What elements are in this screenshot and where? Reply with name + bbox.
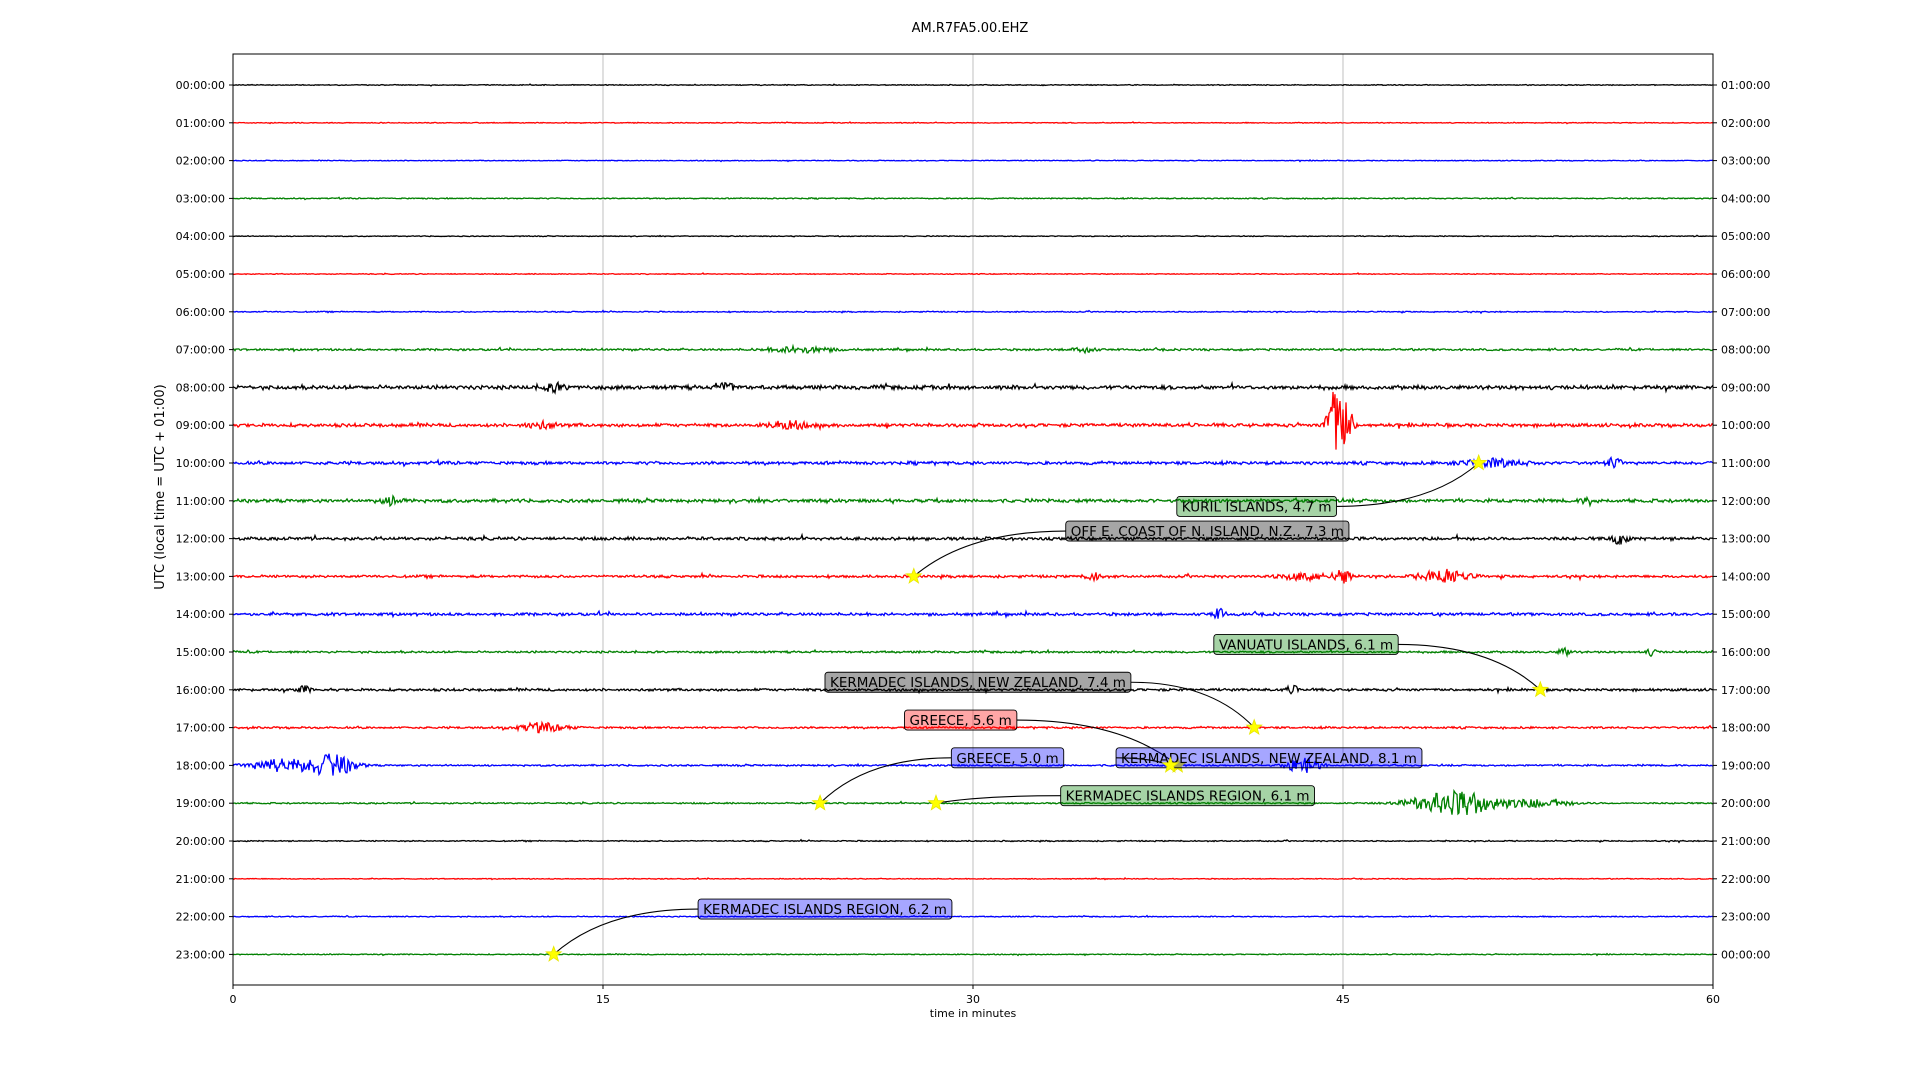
events-layer: KURIL ISLANDS, 4.7 m OFF E. COAST OF N. I… — [545, 453, 1549, 962]
event-annotation[interactable]: KERMADEC ISLANDS, NEW ZEALAND, 7.4 m — [824, 671, 1263, 736]
y-tick-label-left: 19:00:00 — [176, 797, 225, 810]
trace-21 — [232, 877, 1714, 881]
y-tick-label-left: 12:00:00 — [176, 533, 225, 546]
event-label: GREECE, 5.0 m — [956, 751, 1058, 767]
y-tick-label-right: 22:00:00 — [1721, 873, 1770, 886]
y-tick-label-left: 13:00:00 — [176, 570, 225, 583]
y-tick-label-left: 05:00:00 — [176, 268, 225, 281]
event-annotation[interactable]: KERMADEC ISLANDS REGION, 6.1 m — [927, 785, 1315, 811]
x-tick-label: 30 — [966, 993, 980, 1006]
x-tick-label: 45 — [1336, 993, 1350, 1006]
y-tick-label-left: 14:00:00 — [176, 608, 225, 621]
y-tick-label-left: 10:00:00 — [176, 457, 225, 470]
y-tick-label-left: 11:00:00 — [176, 495, 225, 508]
event-annotation[interactable]: KERMADEC ISLANDS, NEW ZEALAND, 8.1 m — [1115, 747, 1423, 773]
trace-23 — [232, 952, 1714, 957]
y-tick-label-right: 11:00:00 — [1721, 457, 1770, 470]
event-label: KERMADEC ISLANDS REGION, 6.1 m — [1066, 789, 1310, 805]
y-tick-label-right: 19:00:00 — [1721, 759, 1770, 772]
y-tick-label-left: 21:00:00 — [176, 873, 225, 886]
y-tick-label-left: 22:00:00 — [176, 911, 225, 924]
event-star-marker — [927, 794, 945, 811]
grid-layer — [602, 54, 1344, 985]
y-tick-label-right: 16:00:00 — [1721, 646, 1770, 659]
y-tick-label-right: 21:00:00 — [1721, 835, 1770, 848]
event-label: KURIL ISLANDS, 4.7 m — [1182, 499, 1332, 515]
event-label: KERMADEC ISLANDS, NEW ZEALAND, 7.4 m — [830, 675, 1126, 691]
y-tick-label-right: 15:00:00 — [1721, 608, 1770, 621]
y-tick-label-right: 08:00:00 — [1721, 344, 1770, 357]
y-tick-label-right: 10:00:00 — [1721, 419, 1770, 432]
y-tick-label-right: 13:00:00 — [1721, 533, 1770, 546]
y-tick-label-left: 18:00:00 — [176, 759, 225, 772]
event-star-marker — [545, 945, 563, 962]
y-tick-label-left: 04:00:00 — [176, 230, 225, 243]
event-star-marker — [1531, 680, 1549, 698]
y-tick-label-left: 09:00:00 — [176, 419, 225, 432]
event-label: KERMADEC ISLANDS REGION, 6.2 m — [703, 902, 947, 918]
seismogram-figure: 00:00:00 01:00:00 02:00:00 03:00:00 04:00:00… — [0, 0, 1920, 1080]
y-tick-label-left: 02:00:00 — [176, 155, 225, 168]
y-axis-label: UTC (local time = UTC + 01:00) — [153, 384, 168, 589]
y-tick-label-left: 01:00:00 — [176, 117, 225, 130]
y-tick-label-right: 03:00:00 — [1721, 155, 1770, 168]
y-tick-label-left: 08:00:00 — [176, 381, 225, 394]
y-tick-label-left: 06:00:00 — [176, 306, 225, 319]
y-tick-label-right: 12:00:00 — [1721, 495, 1770, 508]
y-tick-label-right: 05:00:00 — [1721, 230, 1770, 243]
y-tick-label-left: 20:00:00 — [176, 835, 225, 848]
y-tick-label-left: 17:00:00 — [176, 722, 225, 735]
y-tick-label-right: 14:00:00 — [1721, 570, 1770, 583]
event-annotation[interactable]: VANUATU ISLANDS, 6.1 m — [1213, 633, 1549, 698]
y-tick-label-right: 09:00:00 — [1721, 381, 1770, 394]
y-tick-label-right: 01:00:00 — [1721, 79, 1770, 92]
x-tick-label: 60 — [1706, 993, 1720, 1006]
y-tick-label-right: 17:00:00 — [1721, 684, 1770, 697]
y-tick-label-left: 07:00:00 — [176, 344, 225, 357]
y-tick-label-left: 15:00:00 — [176, 646, 225, 659]
trace-4 — [232, 234, 1714, 238]
y-tick-label-left: 16:00:00 — [176, 684, 225, 697]
y-tick-label-left: 23:00:00 — [176, 948, 225, 961]
event-label: VANUATU ISLANDS, 6.1 m — [1219, 637, 1393, 653]
y-tick-label-right: 20:00:00 — [1721, 797, 1770, 810]
y-tick-label-right: 07:00:00 — [1721, 306, 1770, 319]
chart-title: AM.R7FA5.00.EHZ — [912, 21, 1029, 36]
y-tick-label-left: 00:00:00 — [176, 79, 225, 92]
y-tick-label-left: 03:00:00 — [176, 192, 225, 205]
event-star-marker — [905, 567, 923, 584]
y-tick-label-right: 18:00:00 — [1721, 722, 1770, 735]
seismogram-chart: 00:00:00 01:00:00 02:00:00 03:00:00 04:00:00… — [153, 21, 1770, 1020]
x-tick-label: 0 — [230, 993, 237, 1006]
y-tick-label-right: 00:00:00 — [1721, 948, 1770, 961]
x-axis-label: time in minutes — [930, 1007, 1017, 1020]
y-tick-label-right: 06:00:00 — [1721, 268, 1770, 281]
event-label: GREECE, 5.6 m — [909, 713, 1011, 729]
event-star-marker — [811, 794, 829, 811]
y-tick-label-right: 23:00:00 — [1721, 911, 1770, 924]
event-annotation[interactable]: KERMADEC ISLANDS REGION, 6.2 m — [545, 898, 953, 962]
x-tick-label: 15 — [596, 993, 610, 1006]
y-tick-label-right: 04:00:00 — [1721, 192, 1770, 205]
event-label: OFF E. COAST OF N. ISLAND, N.Z., 7.3 m — [1071, 524, 1344, 540]
y-tick-label-right: 02:00:00 — [1721, 117, 1770, 130]
